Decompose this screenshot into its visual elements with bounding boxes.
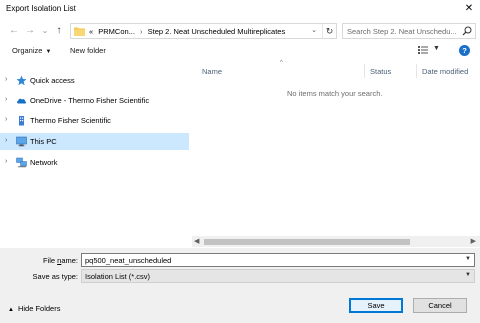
new-folder-button[interactable]: New folder	[70, 46, 106, 55]
expand-chevron-icon[interactable]: ›	[5, 137, 7, 144]
building-icon	[19, 116, 24, 126]
sidebar-item-onedrive[interactable]: › OneDrive - Thermo Fisher Scientific	[0, 92, 189, 109]
horizontal-scrollbar[interactable]: ◀ ▶	[192, 236, 480, 247]
network-icon	[16, 157, 27, 168]
breadcrumb-overflow[interactable]: «	[89, 27, 93, 36]
address-dropdown-button[interactable]: ⌄	[309, 24, 319, 38]
command-bar: Organize ▼ New folder ▼ ?	[0, 43, 480, 60]
up-button[interactable]: ↑	[53, 25, 65, 37]
title-bar: Export Isolation List ✕	[0, 0, 480, 18]
chevron-down-icon[interactable]: ▼	[465, 272, 471, 278]
hide-folders-label: Hide Folders	[17, 304, 61, 313]
column-header-status[interactable]: Status	[370, 67, 391, 76]
forward-button[interactable]: →	[24, 25, 36, 37]
dropdown-arrow-icon: ▼	[45, 49, 52, 55]
sidebar-item-quick-access[interactable]: › Quick access	[0, 72, 189, 89]
search-placeholder: Search Step 2. Neat Unschedu...	[347, 27, 457, 36]
expand-chevron-icon[interactable]: ›	[5, 76, 7, 83]
view-dropdown-arrow-icon[interactable]: ▼	[433, 45, 440, 52]
filename-field[interactable]: pq500_neat_unscheduled ▼	[81, 253, 475, 267]
navigation-row: ← → ⌄ ↑ « PRMCon... › Step 2. Neat Unsch…	[0, 19, 480, 43]
chevron-down-icon[interactable]: ▼	[465, 256, 471, 262]
scroll-left-icon[interactable]: ◀	[194, 237, 199, 245]
save-as-type-select[interactable]: Isolation List (*.csv) ▼	[81, 269, 475, 283]
column-divider[interactable]	[416, 64, 417, 78]
expand-chevron-icon[interactable]: ›	[5, 158, 7, 165]
recent-locations-button[interactable]: ⌄	[39, 25, 51, 37]
sidebar-item-label: Quick access	[30, 76, 75, 85]
breadcrumb-item[interactable]: Step 2. Neat Unscheduled Multireplicates	[148, 27, 286, 36]
breadcrumb-separator[interactable]: ›	[140, 27, 143, 36]
navigation-pane: › Quick access › OneDrive - Thermo Fishe…	[0, 60, 190, 247]
save-options-area: File name: pq500_neat_unscheduled ▼ Save…	[0, 248, 480, 323]
window-title: Export Isolation List	[6, 4, 76, 13]
column-header-date-modified[interactable]: Date modified	[422, 67, 468, 76]
sidebar-item-label: Network	[30, 158, 58, 167]
sidebar-item-this-pc[interactable]: › This PC	[0, 133, 189, 150]
address-bar[interactable]: « PRMCon... › Step 2. Neat Unscheduled M…	[70, 23, 337, 39]
breadcrumb-item[interactable]: PRMCon...	[98, 27, 135, 36]
star-icon	[16, 75, 27, 86]
help-button[interactable]: ?	[459, 45, 470, 56]
sort-ascending-icon: ^	[280, 60, 283, 66]
scrollbar-thumb[interactable]	[204, 239, 410, 245]
save-as-type-value: Isolation List (*.csv)	[85, 272, 151, 281]
filename-value: pq500_neat_unscheduled	[85, 256, 172, 265]
sidebar-item-label: OneDrive - Thermo Fisher Scientific	[30, 96, 150, 105]
sidebar-item-label: This PC	[30, 137, 57, 146]
expand-chevron-icon[interactable]: ›	[5, 96, 7, 103]
organize-button[interactable]: Organize ▼	[12, 46, 51, 55]
file-list[interactable]: ^ Name Status Date modified No items mat…	[192, 60, 480, 247]
organize-label: Organize	[12, 46, 43, 55]
save-as-type-label: Save as type:	[32, 272, 78, 281]
save-button[interactable]: Save	[349, 298, 403, 313]
column-divider[interactable]	[364, 64, 365, 78]
breadcrumb: « PRMCon... › Step 2. Neat Unscheduled M…	[89, 27, 285, 36]
filename-label-accesskey: n	[57, 256, 62, 265]
folder-icon	[74, 27, 85, 36]
view-options-icon[interactable]	[418, 45, 428, 55]
close-button[interactable]: ✕	[458, 0, 480, 18]
scroll-right-icon[interactable]: ▶	[471, 237, 476, 245]
empty-message: No items match your search.	[287, 89, 383, 98]
column-header-name[interactable]: Name	[202, 67, 222, 76]
hide-folders-button[interactable]: ▲ Hide Folders	[8, 304, 60, 313]
sidebar-item-thermo-fisher[interactable]: › Thermo Fisher Scientific	[0, 112, 189, 129]
refresh-button[interactable]: ↻	[322, 24, 336, 38]
filename-label: File name:	[42, 256, 78, 265]
cloud-icon	[17, 98, 27, 104]
search-icon	[462, 26, 472, 36]
expand-chevron-icon[interactable]: ›	[5, 116, 7, 123]
search-input[interactable]: Search Step 2. Neat Unschedu...	[342, 23, 476, 39]
sidebar-item-network[interactable]: › Network	[0, 154, 189, 171]
back-button[interactable]: ←	[8, 25, 20, 37]
sidebar-item-label: Thermo Fisher Scientific	[30, 116, 111, 125]
computer-icon	[16, 136, 27, 147]
cancel-button[interactable]: Cancel	[413, 298, 467, 313]
chevron-up-icon: ▲	[8, 307, 14, 313]
